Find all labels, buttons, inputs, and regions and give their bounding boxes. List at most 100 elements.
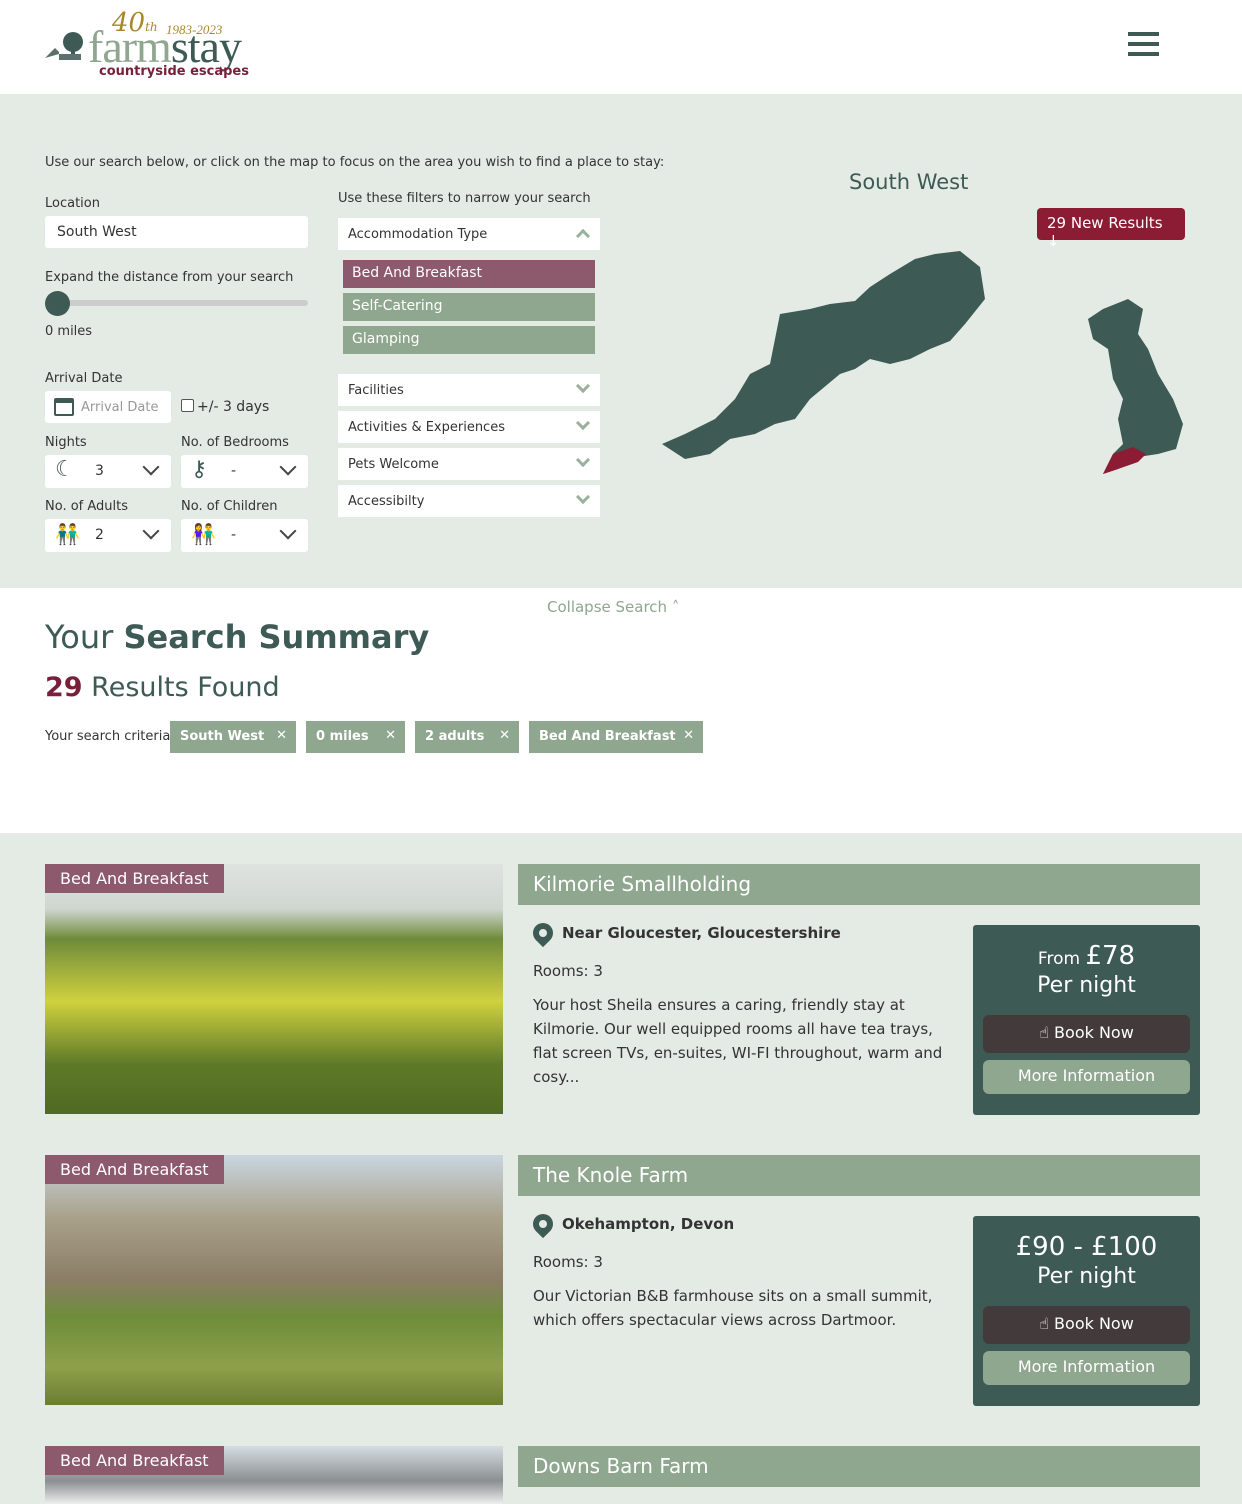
page-title: Your Search Summary <box>45 618 429 656</box>
map-title: South West <box>849 170 969 194</box>
distance-slider-handle[interactable] <box>45 291 70 316</box>
property-location: Okehampton, Devon <box>562 1215 735 1233</box>
filter-label: Pets Welcome <box>348 457 439 472</box>
hand-pointer-icon: ☝ <box>1039 1314 1049 1333</box>
new-results-button[interactable]: 29 New Results ↓ <box>1037 208 1185 250</box>
property-rooms: Rooms: 3 <box>533 962 603 980</box>
price-box: From £78 Per night ☝ Book Now More Infor… <box>973 925 1200 1115</box>
collapse-search-button[interactable]: Collapse Search ˄ <box>547 598 679 616</box>
site-header: 40th 1983-2023 farmstay countryside esca… <box>0 0 1242 94</box>
filter-activities[interactable]: Activities & Experiences <box>338 411 600 443</box>
hand-pointer-icon: ☝ <box>1039 1023 1049 1042</box>
uk-region-south-west[interactable] <box>1103 447 1146 474</box>
more-information-button[interactable]: More Information <box>983 1060 1190 1094</box>
tree-logo-icon <box>45 32 83 60</box>
criteria-chip[interactable]: Bed And Breakfast ✕ <box>529 721 703 753</box>
property-title[interactable]: Downs Barn Farm <box>518 1446 1200 1487</box>
book-label: Book Now <box>1054 1023 1134 1042</box>
accommodation-type-toggle[interactable]: Accommodation Type <box>338 218 600 250</box>
filter-label: Activities & Experiences <box>348 420 505 435</box>
filters-label: Use these filters to narrow your search <box>338 191 591 206</box>
property-description: Your host Sheila ensures a caring, frien… <box>533 996 943 1086</box>
option-bed-and-breakfast[interactable]: Bed And Breakfast <box>343 260 595 288</box>
price-prefix: From <box>1037 949 1086 969</box>
close-icon[interactable]: ✕ <box>385 728 396 743</box>
option-glamping[interactable]: Glamping <box>343 326 595 354</box>
location-input[interactable]: South West <box>45 216 308 248</box>
adults-select[interactable]: 👬 2 <box>45 519 171 552</box>
south-west-map[interactable] <box>660 249 990 464</box>
uk-region[interactable] <box>1088 299 1183 474</box>
uk-map[interactable] <box>1078 279 1188 479</box>
adults-label: No. of Adults <box>45 499 129 514</box>
accommodation-type-tag: Bed And Breakfast <box>45 1446 224 1475</box>
book-now-button[interactable]: ☝ Book Now <box>983 1015 1190 1053</box>
children-value: - <box>231 527 237 543</box>
property-photo[interactable]: Bed And Breakfast <box>45 1446 503 1504</box>
close-icon[interactable]: ✕ <box>683 728 694 743</box>
key-icon: ⚷ <box>191 457 208 482</box>
chevron-down-icon <box>575 489 591 505</box>
filter-pets[interactable]: Pets Welcome <box>338 448 600 480</box>
property-title[interactable]: The Knole Farm <box>518 1155 1200 1196</box>
criteria-chip[interactable]: South West ✕ <box>170 721 296 753</box>
chip-label: 2 adults <box>425 729 485 744</box>
chevron-up-icon <box>575 228 591 244</box>
hamburger-icon[interactable] <box>1128 32 1159 56</box>
chevron-down-icon <box>575 415 591 431</box>
children-label: No. of Children <box>181 499 278 514</box>
close-icon[interactable]: ✕ <box>276 728 287 743</box>
filter-facilities[interactable]: Facilities <box>338 374 600 406</box>
bedrooms-select[interactable]: ⚷ - <box>181 455 308 488</box>
price-box: £90 - £100 Per night ☝ Book Now More Inf… <box>973 1216 1200 1406</box>
search-intro: Use our search below, or click on the ma… <box>45 155 665 170</box>
nights-select[interactable]: ☾ 3 <box>45 455 171 488</box>
adults-value: 2 <box>95 527 104 543</box>
filter-label: Facilities <box>348 383 404 398</box>
results-label: Results Found <box>82 672 280 703</box>
adults-icon: 👬 <box>55 522 80 546</box>
price: £78 <box>1085 941 1136 971</box>
calendar-icon <box>54 398 74 416</box>
property-title[interactable]: Kilmorie Smallholding <box>518 864 1200 905</box>
accommodation-type-tag: Bed And Breakfast <box>45 864 224 893</box>
distance-label: Expand the distance from your search <box>45 270 294 285</box>
results-count: 29 Results Found <box>45 672 280 703</box>
map-region[interactable] <box>662 251 985 459</box>
price: £90 - £100 <box>1015 1232 1158 1262</box>
price-unit: Per night <box>1037 973 1136 998</box>
chip-label: 0 miles <box>316 729 369 744</box>
option-self-catering[interactable]: Self-Catering <box>343 293 595 321</box>
filter-accessibility[interactable]: Accessibilty <box>338 485 600 517</box>
property-photo[interactable]: Bed And Breakfast <box>45 864 503 1114</box>
flex-dates-label: +/- 3 days <box>197 399 270 415</box>
nights-label: Nights <box>45 435 87 450</box>
criteria-chip[interactable]: 0 miles ✕ <box>306 721 405 753</box>
more-information-button[interactable]: More Information <box>983 1351 1190 1385</box>
title-prefix: Your <box>45 618 124 656</box>
close-icon[interactable]: ✕ <box>499 728 510 743</box>
criteria-chip[interactable]: 2 adults ✕ <box>415 721 519 753</box>
distance-slider[interactable] <box>45 300 308 306</box>
book-label: Book Now <box>1054 1314 1134 1333</box>
results-number: 29 <box>45 672 83 703</box>
location-pin-icon <box>528 918 558 948</box>
children-select[interactable]: 👫 - <box>181 519 308 552</box>
nights-value: 3 <box>95 463 104 479</box>
location-pin-icon <box>528 1209 558 1239</box>
distance-value: 0 miles <box>45 324 93 339</box>
property-rooms: Rooms: 3 <box>533 1253 603 1271</box>
criteria-label: Your search criteria: <box>45 729 175 744</box>
flex-dates-checkbox[interactable] <box>181 399 194 412</box>
accommodation-type-tag: Bed And Breakfast <box>45 1155 224 1184</box>
book-now-button[interactable]: ☝ Book Now <box>983 1306 1190 1344</box>
collapse-label: Collapse Search <box>547 598 668 616</box>
chevron-down-icon <box>575 452 591 468</box>
logo-tagline: countryside escapes <box>99 64 249 79</box>
property-photo[interactable]: Bed And Breakfast <box>45 1155 503 1405</box>
accommodation-type-label: Accommodation Type <box>348 227 488 242</box>
search-summary: Collapse Search ˄ Your Search Summary 29… <box>0 588 1242 833</box>
property-location: Near Gloucester, Gloucestershire <box>562 924 841 942</box>
arrival-label: Arrival Date <box>45 371 123 386</box>
title-main: Search Summary <box>123 618 430 656</box>
